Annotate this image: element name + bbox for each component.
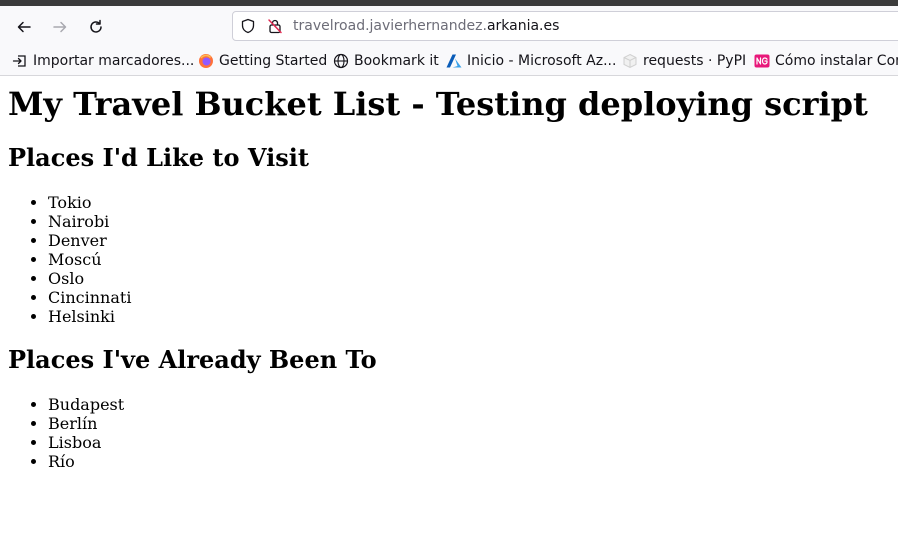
ng-icon xyxy=(754,53,770,69)
list-item: Budapest xyxy=(48,395,124,414)
url-host-prefix: travelroad.javierhernandez. xyxy=(293,18,487,34)
visited-heading: Places I've Already Been To xyxy=(8,345,377,374)
forward-arrow-icon xyxy=(53,21,67,33)
bookmark-label: Cómo instalar Com xyxy=(775,53,898,69)
import-icon xyxy=(12,53,28,69)
bookmarks-toolbar: Importar marcadores... Getting Started B… xyxy=(0,46,898,76)
url-text[interactable]: travelroad.javierhernandez.arkania.es xyxy=(293,17,559,35)
address-bar[interactable]: travelroad.javierhernandez.arkania.es xyxy=(232,11,898,41)
browser-toolbar: travelroad.javierhernandez.arkania.es xyxy=(0,6,898,46)
list-item: Denver xyxy=(48,231,131,250)
page-content: My Travel Bucket List - Testing deployin… xyxy=(0,76,898,559)
page-title: My Travel Bucket List - Testing deployin… xyxy=(8,85,868,123)
bookmark-label: Getting Started xyxy=(219,53,328,69)
visited-list: Budapest Berlín Lisboa Río xyxy=(0,395,124,471)
url-host-domain: arkania.es xyxy=(486,18,560,34)
bookmark-bookmark-it[interactable]: Bookmark it xyxy=(333,52,439,70)
bookmark-label: Importar marcadores... xyxy=(33,53,195,69)
to-visit-list: Tokio Nairobi Denver Moscú Oslo Cincinna… xyxy=(0,193,131,326)
bookmark-label: Bookmark it xyxy=(354,53,439,69)
list-item: Helsinki xyxy=(48,307,131,326)
forward-button[interactable] xyxy=(48,15,72,39)
pypi-icon xyxy=(622,53,638,69)
list-item: Río xyxy=(48,452,124,471)
bookmark-requests-pypi[interactable]: requests · PyPI xyxy=(622,52,746,70)
bookmark-label: Inicio - Microsoft Az... xyxy=(467,53,617,69)
bookmark-getting-started[interactable]: Getting Started xyxy=(198,52,327,70)
azure-icon xyxy=(446,53,462,69)
list-item: Tokio xyxy=(48,193,131,212)
list-item: Berlín xyxy=(48,414,124,433)
to-visit-heading: Places I'd Like to Visit xyxy=(8,143,309,172)
list-item: Cincinnati xyxy=(48,288,131,307)
back-button[interactable] xyxy=(12,15,36,39)
list-item: Nairobi xyxy=(48,212,131,231)
firefox-icon xyxy=(198,53,214,69)
list-item: Lisboa xyxy=(48,433,124,452)
reload-icon xyxy=(90,19,102,33)
bookmark-como-instalar[interactable]: Cómo instalar Com xyxy=(754,52,898,70)
list-item: Oslo xyxy=(48,269,131,288)
bookmark-microsoft-azure[interactable]: Inicio - Microsoft Az... xyxy=(446,52,616,70)
bookmark-import[interactable]: Importar marcadores... xyxy=(12,52,194,70)
shield-icon[interactable] xyxy=(240,18,256,34)
reload-button[interactable] xyxy=(84,15,108,39)
back-arrow-icon xyxy=(17,21,31,33)
list-item: Moscú xyxy=(48,250,131,269)
insecure-lock-icon[interactable] xyxy=(267,18,283,34)
bookmark-label: requests · PyPI xyxy=(643,53,747,69)
globe-icon xyxy=(333,53,349,69)
